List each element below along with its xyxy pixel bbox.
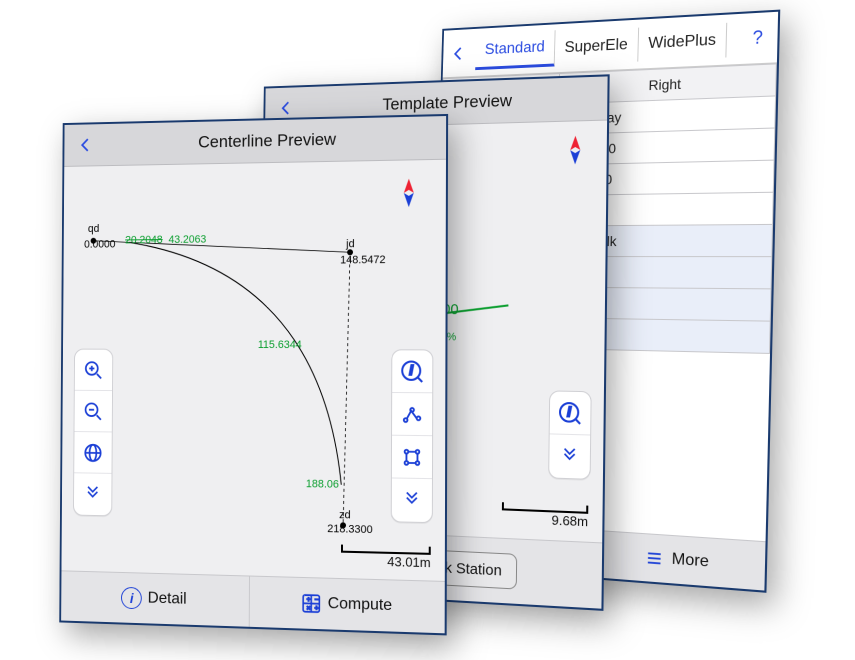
more-button[interactable]: More <box>590 531 765 591</box>
tab-wideplus[interactable]: WidePlus <box>638 22 728 61</box>
scale-label: 9.68m <box>502 510 589 529</box>
expand-right-button[interactable] <box>392 478 432 522</box>
svg-text:÷: ÷ <box>315 605 319 612</box>
tools-right: i <box>548 390 592 480</box>
val-zd-up: 188.06 <box>306 478 339 491</box>
more-icon <box>643 548 665 568</box>
pt-qd: qd <box>88 223 99 235</box>
svg-text:i: i <box>567 403 571 419</box>
val-seg1: 20.2048 <box>125 234 163 246</box>
scale-bar: 9.68m <box>502 502 589 529</box>
page-title: Centerline Preview <box>198 130 336 153</box>
zoom-out-button[interactable] <box>74 391 112 433</box>
scale-bar: 43.01m <box>341 545 431 571</box>
nodes-button[interactable] <box>392 436 432 479</box>
val-seg1b: 43.2063 <box>168 234 206 246</box>
help-button[interactable]: ? <box>742 22 774 53</box>
svg-text:i: i <box>409 362 413 377</box>
zoom-in-button[interactable] <box>75 350 113 391</box>
detail-label: Detail <box>148 590 187 609</box>
svg-text:+: + <box>307 596 311 603</box>
titlebar: Centerline Preview <box>64 116 446 167</box>
tools-right: i <box>391 349 434 523</box>
globe-button[interactable] <box>74 432 112 474</box>
info-icon: i <box>121 587 142 609</box>
val-zd: 218.3300 <box>327 523 372 536</box>
tab-standard[interactable]: Standard <box>475 30 555 70</box>
pt-jd: jd <box>346 238 354 250</box>
val-jd: 148.5472 <box>340 254 385 266</box>
info-button[interactable]: i <box>392 350 432 393</box>
compute-label: Compute <box>328 595 392 615</box>
val-qd: 0.0000 <box>84 239 115 251</box>
compass-icon <box>564 135 587 164</box>
polyline-button[interactable] <box>392 393 432 436</box>
more-label: More <box>672 550 710 571</box>
tools-left <box>73 349 113 517</box>
compute-icon: +−× ÷ <box>300 592 322 615</box>
tab-superele[interactable]: SuperEle <box>555 27 639 65</box>
page-title: Template Preview <box>382 91 512 115</box>
back-button[interactable] <box>74 132 98 158</box>
svg-text:−: − <box>315 597 319 604</box>
scale-label: 43.01m <box>341 553 431 571</box>
svg-text:×: × <box>306 605 310 612</box>
pt-zd: zd <box>339 509 351 521</box>
expand-button[interactable] <box>549 434 590 478</box>
val-mid: 115.6344 <box>258 339 302 351</box>
back-button[interactable] <box>447 40 471 66</box>
screen-centerline: Centerline Preview qd 0.0000 20.2048 43.… <box>59 114 448 635</box>
expand-left-button[interactable] <box>74 473 112 515</box>
info-button[interactable]: i <box>550 391 591 435</box>
canvas: qd 0.0000 20.2048 43.2063 jd 148.5472 11… <box>61 160 446 581</box>
